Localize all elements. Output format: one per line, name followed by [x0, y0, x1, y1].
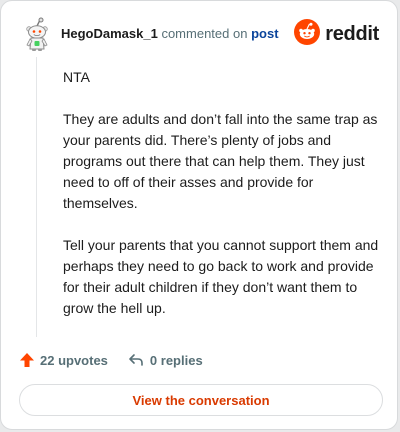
comment-header: HegoDamask_1 commented on post reddit	[19, 17, 379, 53]
view-conversation-label: View the conversation	[132, 392, 270, 408]
upvote-arrow-icon	[19, 352, 40, 368]
thread-line	[36, 57, 37, 337]
reply-count: 0 replies	[149, 352, 203, 368]
view-conversation-button[interactable]: View the conversation	[19, 384, 383, 416]
comment-paragraph: NTA	[63, 69, 90, 85]
author-line: HegoDamask_1 commented on post	[61, 26, 279, 41]
comment-card: HegoDamask_1 commented on post reddit NT…	[0, 0, 398, 430]
comment-body: NTA They are adults and don’t fall into …	[63, 67, 379, 319]
reply-stat[interactable]: 0 replies	[128, 352, 203, 368]
reddit-wordmark: reddit	[325, 22, 379, 45]
author-username[interactable]: HegoDamask_1	[61, 26, 158, 41]
comment-verb: commented on	[161, 26, 248, 41]
reply-arrow-icon	[128, 352, 150, 368]
reddit-brand[interactable]: reddit	[294, 18, 379, 50]
comment-paragraph: They are adults and don’t fall into the …	[63, 111, 378, 211]
snoo-avatar-icon[interactable]	[19, 17, 55, 53]
upvote-count: 22 upvotes	[40, 352, 108, 368]
post-link[interactable]: post	[251, 26, 278, 41]
comment-paragraph: Tell your parents that you cannot suppor…	[63, 237, 379, 316]
reddit-logo-icon	[294, 18, 321, 50]
comment-stats: 22 upvotes 0 replies	[19, 348, 203, 372]
upvote-stat[interactable]: 22 upvotes	[19, 352, 108, 368]
